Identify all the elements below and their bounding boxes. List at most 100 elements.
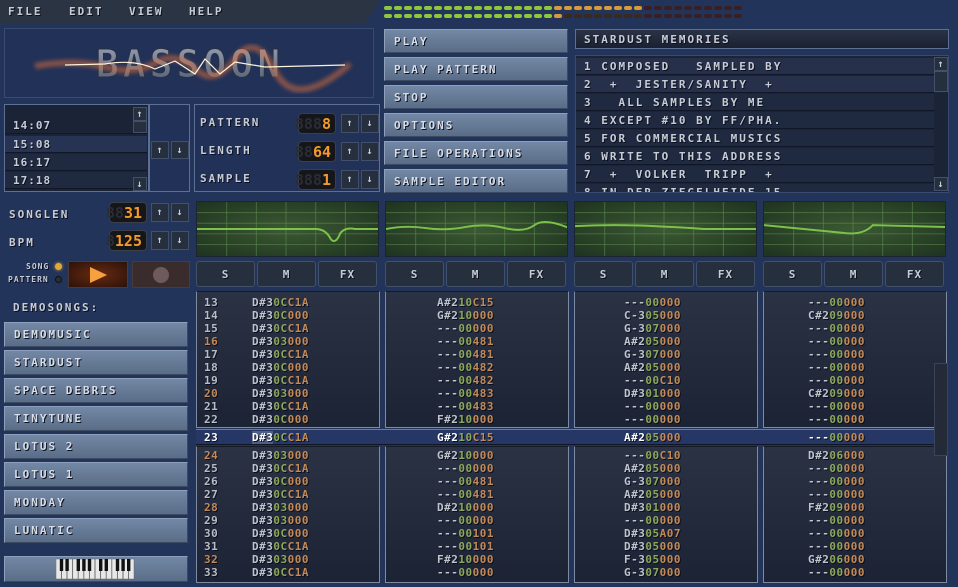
track-2-cell[interactable]: ---00000: [437, 514, 494, 527]
length-up-button[interactable]: ↑: [341, 142, 359, 161]
track-3-cell[interactable]: A#205000: [624, 488, 681, 501]
pattern-row[interactable]: 29 D#303000 ---00000 ---00000 ---00000: [196, 514, 934, 527]
track-1-cell[interactable]: D#30C000: [252, 309, 309, 322]
play-transport-button[interactable]: [68, 261, 128, 288]
track-4-s-button[interactable]: S: [763, 261, 822, 287]
track-2-cell[interactable]: G#210000: [437, 309, 494, 322]
track-4-cell[interactable]: ---00000: [808, 296, 865, 309]
track-1-cell[interactable]: D#303000: [252, 553, 309, 566]
demosong-button[interactable]: DEMOMUSIC: [4, 322, 188, 347]
pattern-row[interactable]: 24 D#303000 G#210000 ---00C10 D#206000: [196, 449, 934, 462]
bpm-up-button[interactable]: ↑: [151, 231, 169, 250]
pattern-row[interactable]: 21 D#30CC1A ---00483 ---00000 ---00000: [196, 400, 934, 413]
pattern-row[interactable]: 26 D#30C000 ---00481 G-307000 ---00000: [196, 475, 934, 488]
song-text-line[interactable]: 4 EXCEPT #10 BY FF/PHA.: [576, 112, 934, 129]
track-1-cell[interactable]: D#30CC1A: [252, 400, 309, 413]
track-3-m-button[interactable]: M: [635, 261, 694, 287]
track-2-cell[interactable]: F#210000: [437, 413, 494, 426]
track-2-cell[interactable]: ---00482: [437, 361, 494, 374]
track-2-cell[interactable]: A#210C15: [437, 296, 494, 309]
position-list[interactable]: 14:07 15:08 16:17 17:18 ↑ ↓: [4, 104, 149, 192]
track-4-cell[interactable]: ---00000: [808, 514, 865, 527]
track-4-cell[interactable]: ---00000: [808, 462, 865, 475]
position-item[interactable]: 17:18: [5, 172, 147, 189]
track-1-cell[interactable]: D#303000: [252, 449, 309, 462]
options-button[interactable]: OPTIONS: [384, 113, 568, 137]
pattern-row[interactable]: 28 D#303000 D#210000 D#301000 F#209000: [196, 501, 934, 514]
pattern-scrollbar-thumb[interactable]: [934, 363, 948, 456]
track-2-cell[interactable]: ---00101: [437, 540, 494, 553]
songlen-up-button[interactable]: ↑: [151, 203, 169, 222]
track-4-cell[interactable]: ---00000: [808, 348, 865, 361]
track-3-cell[interactable]: D#305A07: [624, 527, 681, 540]
menu-file[interactable]: FILE: [8, 5, 43, 18]
pattern-row[interactable]: 27 D#30CC1A ---00481 A#205000 ---00000: [196, 488, 934, 501]
menu-help[interactable]: HELP: [189, 5, 224, 18]
track-3-cell[interactable]: D#301000: [624, 387, 681, 400]
song-mode-radio[interactable]: [55, 263, 62, 270]
track-2-cell[interactable]: ---00481: [437, 475, 494, 488]
track-3-cell[interactable]: G-307000: [624, 348, 681, 361]
song-text-line[interactable]: 7 + VOLKER TRIPP +: [576, 166, 934, 183]
track-1-cell[interactable]: D#30CC1A: [252, 431, 309, 444]
track-4-cell[interactable]: ---00000: [808, 566, 865, 579]
track-1-cell[interactable]: D#30CC1A: [252, 322, 309, 335]
track-3-cell[interactable]: ---00C10: [624, 449, 681, 462]
song-text-scrollbar-thumb[interactable]: [934, 71, 948, 92]
position-scrollbar-thumb[interactable]: [133, 121, 147, 133]
song-text-scroll-up[interactable]: ↑: [934, 57, 948, 71]
track-3-cell[interactable]: A#205000: [624, 462, 681, 475]
position-item[interactable]: 15:08: [5, 136, 147, 153]
position-item[interactable]: 16:17: [5, 154, 147, 171]
songlen-down-button[interactable]: ↓: [171, 203, 189, 222]
pattern-row[interactable]: 22 D#30C000 F#210000 ---00000 ---00000: [196, 413, 934, 426]
track-2-cell[interactable]: ---00481: [437, 348, 494, 361]
position-scroll-down[interactable]: ↓: [133, 177, 147, 191]
track-3-cell[interactable]: D#301000: [624, 501, 681, 514]
song-text-line[interactable]: 2 + JESTER/SANITY +: [576, 76, 934, 93]
pattern-up-button[interactable]: ↑: [341, 114, 359, 133]
track-4-cell[interactable]: ---00000: [808, 488, 865, 501]
track-3-cell[interactable]: ---00000: [624, 400, 681, 413]
track-2-s-button[interactable]: S: [385, 261, 444, 287]
track-1-cell[interactable]: D#303000: [252, 514, 309, 527]
song-title[interactable]: STARDUST MEMORIES: [575, 29, 949, 49]
pattern-row[interactable]: 14 D#30C000 G#210000 C-305000 C#209000: [196, 309, 934, 322]
track-3-cell[interactable]: C-305000: [624, 309, 681, 322]
track-2-cell[interactable]: ---00483: [437, 400, 494, 413]
track-4-cell[interactable]: C#209000: [808, 309, 865, 322]
track-1-cell[interactable]: D#30C000: [252, 361, 309, 374]
track-4-cell[interactable]: ---00000: [808, 431, 865, 444]
track-2-m-button[interactable]: M: [446, 261, 505, 287]
pattern-row-current[interactable]: 23 D#30CC1A G#210C15 A#205000 ---00000: [196, 431, 934, 444]
track-1-cell[interactable]: D#30CC1A: [252, 566, 309, 579]
track-3-fx-button[interactable]: FX: [696, 261, 755, 287]
track-3-cell[interactable]: F-305000: [624, 553, 681, 566]
track-2-cell[interactable]: ---00000: [437, 566, 494, 579]
track-2-cell[interactable]: ---00000: [437, 322, 494, 335]
sample-up-button[interactable]: ↑: [341, 170, 359, 189]
song-text-line[interactable]: 8 IN DER ZIEGELHEIDE 15: [576, 184, 934, 192]
pattern-row[interactable]: 20 D#303000 ---00483 D#301000 C#209000: [196, 387, 934, 400]
pattern-row[interactable]: 30 D#30C000 ---00101 D#305A07 ---00000: [196, 527, 934, 540]
piano-keyboard-button[interactable]: [4, 556, 188, 582]
track-2-cell[interactable]: G#210C15: [437, 431, 494, 444]
track-3-cell[interactable]: G-307000: [624, 475, 681, 488]
track-1-cell[interactable]: D#30CC1A: [252, 374, 309, 387]
pattern-row[interactable]: 15 D#30CC1A ---00000 G-307000 ---00000: [196, 322, 934, 335]
track-3-s-button[interactable]: S: [574, 261, 633, 287]
track-4-cell[interactable]: ---00000: [808, 475, 865, 488]
demosong-button[interactable]: LUNATIC: [4, 518, 188, 543]
track-3-cell[interactable]: ---00000: [624, 413, 681, 426]
demosong-button[interactable]: STARDUST: [4, 350, 188, 375]
demosong-button[interactable]: TINYTUNE: [4, 406, 188, 431]
pattern-row[interactable]: 25 D#30CC1A ---00000 A#205000 ---00000: [196, 462, 934, 475]
menu-view[interactable]: VIEW: [129, 5, 164, 18]
track-1-cell[interactable]: D#30C000: [252, 475, 309, 488]
track-1-cell[interactable]: D#303000: [252, 335, 309, 348]
song-text-list[interactable]: 1 COMPOSED SAMPLED BY 2 + JESTER/SANITY +…: [575, 55, 949, 193]
track-4-cell[interactable]: ---00000: [808, 335, 865, 348]
track-4-cell[interactable]: F#209000: [808, 501, 865, 514]
track-1-cell[interactable]: D#30CC1A: [252, 462, 309, 475]
track-2-cell[interactable]: ---00481: [437, 335, 494, 348]
